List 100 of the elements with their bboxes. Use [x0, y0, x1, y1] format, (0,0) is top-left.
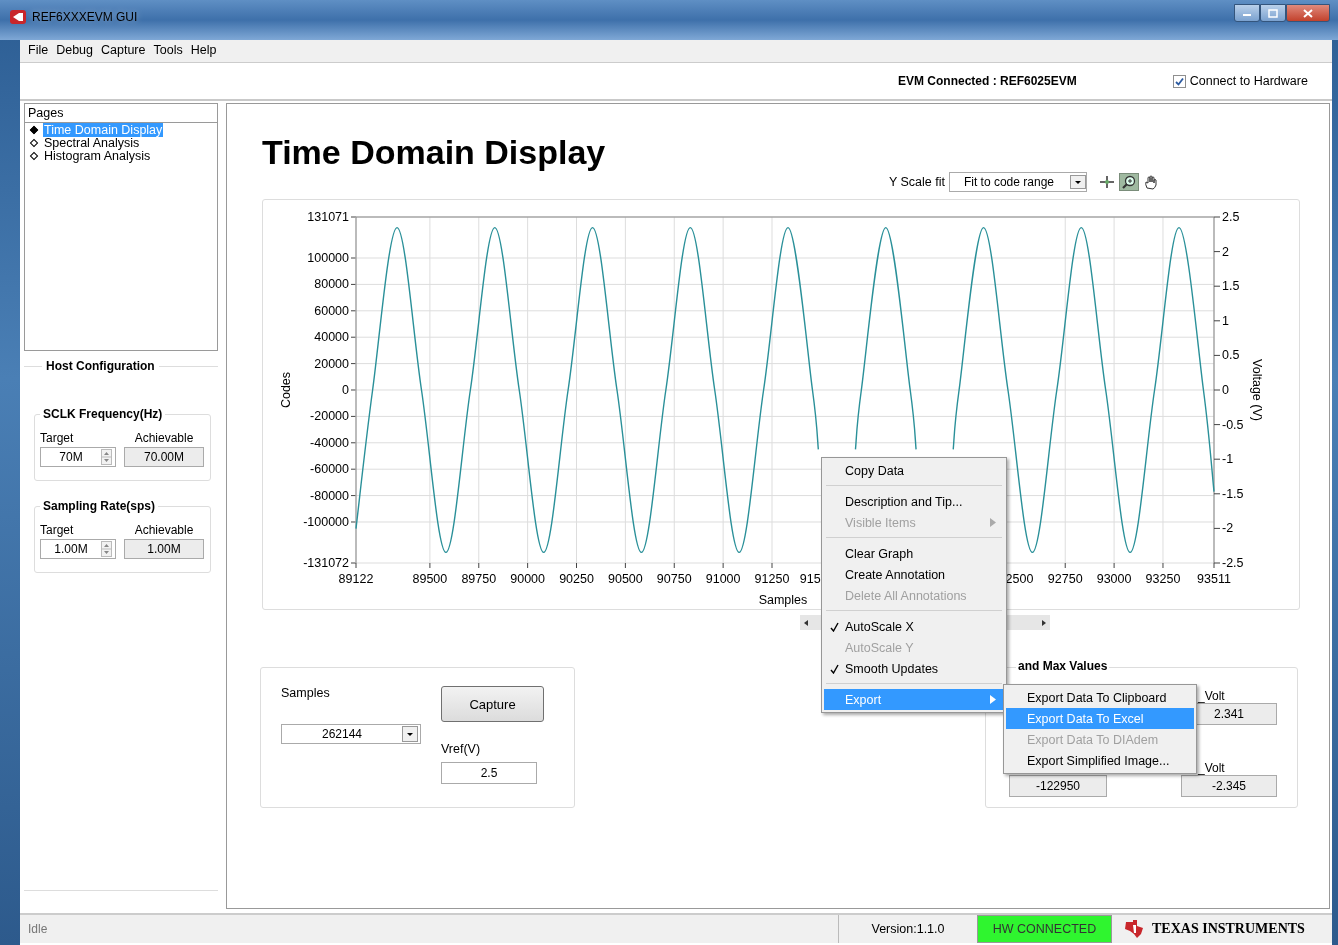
- dropdown[interactable]: Fit to code range: [948, 172, 1087, 192]
- connection-indicator: HW CONNECTED: [977, 915, 1112, 943]
- group-title: Sampling Rate(sps): [42, 499, 157, 513]
- x-tick-label: 93250: [1145, 572, 1181, 586]
- x-tick-label: 90750: [656, 572, 692, 586]
- menu-item[interactable]: Help: [186, 42, 221, 58]
- x-tick-label: 90500: [608, 572, 643, 586]
- window-title: REF6XXXEVM GUI: [32, 10, 138, 24]
- page-list-item[interactable]: Histogram Analysis: [43, 148, 152, 163]
- menu-item[interactable]: Export Simplified Image...: [1006, 750, 1194, 771]
- spinner-icon[interactable]: [101, 449, 112, 465]
- y-tick-label: 2.5: [1222, 210, 1240, 224]
- menu-item[interactable]: Smooth Updates: [824, 658, 1004, 679]
- logo-icon: [1124, 920, 1144, 938]
- menu-item[interactable]: Create Annotation: [824, 564, 1004, 585]
- y-tick-label: -131072: [303, 556, 349, 570]
- field-label: Y Scale fit: [888, 175, 945, 189]
- crosshair-icon[interactable]: [1097, 173, 1117, 191]
- menu-item[interactable]: Description and Tip...: [824, 491, 1004, 512]
- readout-field: -122950: [1009, 775, 1107, 797]
- x-tick-label: 89500: [412, 572, 448, 586]
- y-tick-label: -80000: [310, 488, 349, 503]
- menu-item[interactable]: Debug: [52, 42, 97, 58]
- close-button[interactable]: [1286, 4, 1330, 22]
- y-tick-label: 100000: [307, 251, 349, 265]
- x-tick-label: 89750: [461, 572, 497, 586]
- menu-item[interactable]: Tools: [149, 42, 187, 58]
- field-label: Target: [40, 431, 75, 445]
- x-tick-label: 91250: [754, 572, 790, 586]
- menu-item[interactable]: Capture: [97, 42, 150, 58]
- y-tick-label: 20000: [314, 356, 349, 371]
- y-tick-label: -60000: [310, 462, 349, 477]
- menu-item[interactable]: Clear Graph: [824, 543, 1004, 564]
- submenu-arrow-icon: [990, 518, 996, 527]
- brand-name: TEXAS INSTRUMENTS: [1152, 921, 1305, 937]
- capture-button[interactable]: Capture: [441, 686, 544, 722]
- page-list-item[interactable]: Spectral Analysis: [43, 135, 141, 150]
- minimize-button[interactable]: [1234, 4, 1260, 22]
- maximize-button[interactable]: [1260, 4, 1286, 22]
- x-tick-label: 93000: [1096, 572, 1132, 586]
- page-title: Time Domain Display: [262, 132, 607, 172]
- x-tick-label: 93511: [1197, 572, 1231, 586]
- y-tick-label: -2.5: [1222, 556, 1244, 570]
- y-tick-label: -100000: [303, 515, 349, 529]
- axis-title: Codes: [279, 371, 293, 409]
- section-title: Host Configuration: [45, 359, 156, 373]
- y-tick-label: -1: [1222, 452, 1234, 467]
- connection-status: EVM Connected : REF6025EVM: [898, 74, 1077, 88]
- field-label: Achievable: [134, 523, 194, 537]
- readout-field: 70.00M: [124, 447, 204, 467]
- x-tick-label: 90000: [510, 572, 545, 586]
- x-tick-label: 89122: [338, 572, 374, 586]
- y-tick-label: -1.5: [1222, 486, 1244, 501]
- group-title: SCLK Frequency(Hz): [42, 407, 164, 421]
- axis-title: Voltage (V): [1250, 359, 1264, 421]
- x-tick-label: 915: [799, 572, 821, 586]
- y-tick-label: 0: [342, 383, 349, 397]
- field-label: _Volt: [1197, 761, 1226, 775]
- readout-field: 1.00M: [124, 539, 204, 559]
- app-icon: [10, 10, 26, 24]
- y-tick-label: 0.5: [1222, 348, 1240, 363]
- menu-item[interactable]: AutoScale X: [824, 616, 1004, 637]
- y-tick-label: 0: [1222, 383, 1229, 397]
- status-text: Idle: [27, 921, 49, 938]
- field-label: Achievable: [134, 431, 194, 445]
- zoom-icon[interactable]: [1119, 173, 1139, 191]
- spin-field[interactable]: 1.00M: [40, 539, 116, 559]
- submenu-arrow-icon: [990, 695, 996, 704]
- field-label: Vref(V): [441, 742, 481, 756]
- axis-title: Samples: [758, 593, 808, 607]
- field-label: Samples: [281, 686, 331, 702]
- x-tick-label: 90250: [559, 572, 594, 586]
- y-tick-label: 60000: [314, 303, 349, 318]
- y-tick-label: 2: [1222, 244, 1229, 259]
- close-icon: [1303, 8, 1313, 18]
- field-label: _Volt: [1197, 689, 1226, 703]
- y-tick-label: -40000: [310, 435, 349, 450]
- readout-field: -2.345: [1181, 775, 1277, 797]
- y-tick-label: 131071: [307, 210, 349, 224]
- samples-dropdown[interactable]: 262144: [281, 724, 421, 744]
- x-tick-label: 91000: [705, 572, 741, 586]
- y-tick-label: -20000: [310, 409, 349, 424]
- checkbox-label: Connect to Hardware: [1189, 74, 1308, 88]
- x-tick-label: 92750: [1047, 572, 1083, 586]
- y-tick-label: 40000: [314, 330, 349, 345]
- group-title: and Max Values: [1016, 659, 1110, 673]
- input-field[interactable]: 2.5: [441, 762, 537, 784]
- menu-item[interactable]: File: [24, 42, 53, 58]
- y-tick-label: 1.5: [1222, 279, 1240, 294]
- y-tick-label: 1: [1222, 313, 1229, 328]
- spinner-icon[interactable]: [101, 541, 112, 557]
- maximize-icon: [1268, 8, 1278, 18]
- field-label: Target: [40, 523, 75, 537]
- y-tick-label: 80000: [314, 277, 349, 292]
- y-tick-label: -0.5: [1222, 417, 1244, 432]
- x-tick-label: 2500: [1005, 572, 1034, 586]
- y-tick-label: -2: [1222, 521, 1234, 536]
- checkbox[interactable]: [1172, 74, 1186, 88]
- spin-field[interactable]: 70M: [40, 447, 116, 467]
- menu-item[interactable]: Copy Data: [824, 460, 1004, 481]
